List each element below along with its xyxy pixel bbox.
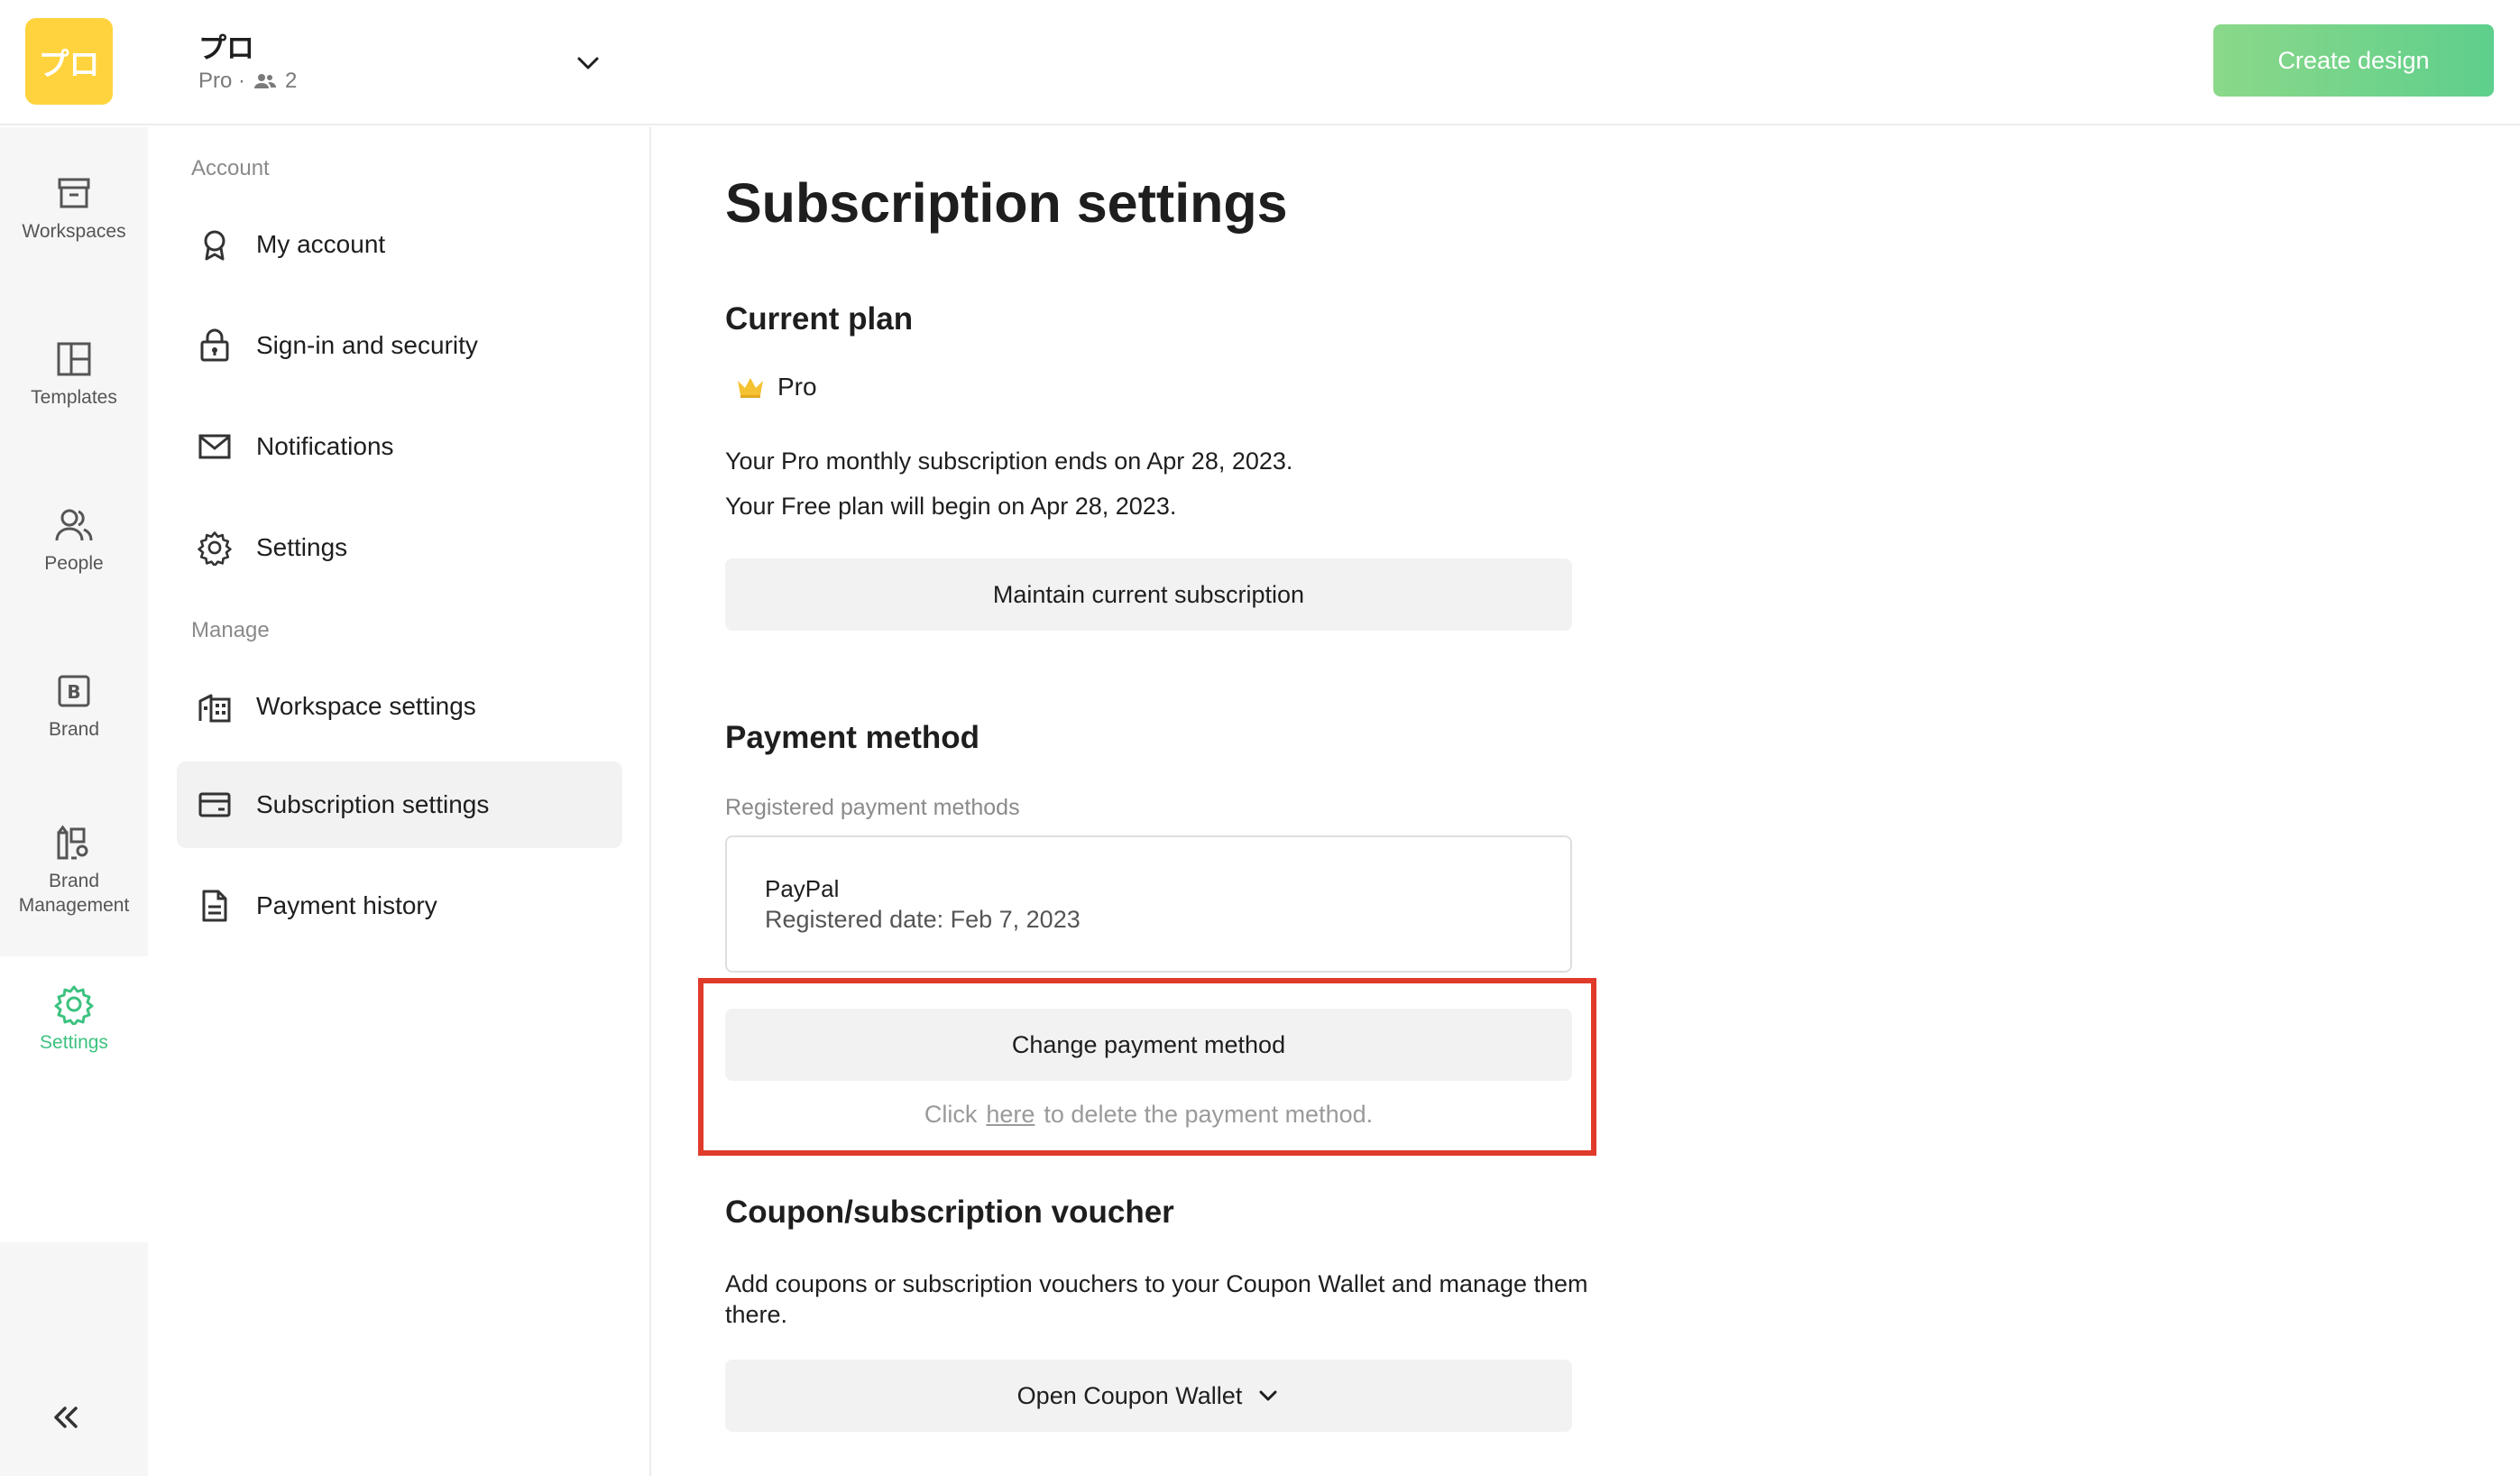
delete-payment-link[interactable]: here xyxy=(986,1101,1035,1128)
sidebar-item-notifications[interactable]: Notifications xyxy=(177,403,622,490)
open-coupon-wallet-button[interactable]: Open Coupon Wallet xyxy=(725,1360,1572,1432)
menu-item-label: Payment history xyxy=(256,891,437,919)
document-icon xyxy=(202,890,227,922)
sidebar-item-settings[interactable]: Settings xyxy=(177,504,622,591)
lock-icon xyxy=(200,328,229,362)
card-icon xyxy=(198,792,231,817)
plan-name: Pro xyxy=(777,373,817,401)
coupon-description: Add coupons or subscription vouchers to … xyxy=(725,1270,1588,1328)
menu-item-label: Sign-in and security xyxy=(256,331,478,359)
gear-icon xyxy=(198,531,232,566)
svg-text:B: B xyxy=(67,681,80,703)
double-chevron-left-icon[interactable] xyxy=(45,1397,87,1438)
menu-item-label: Notifications xyxy=(256,432,394,460)
payment-method-card: PayPal Registered date: Feb 7, 2023 xyxy=(725,835,1572,973)
rail-label: Brand Management xyxy=(19,869,130,918)
rail-item-settings[interactable]: Settings xyxy=(0,956,148,1084)
members-icon xyxy=(254,74,277,88)
free-plan-text: Your Free plan will begin on Apr 28, 202… xyxy=(725,493,1177,520)
change-payment-method-button[interactable]: Change payment method xyxy=(725,1009,1572,1081)
brand-management-icon xyxy=(57,825,88,860)
workspace-plan: Pro · xyxy=(198,69,246,93)
sidebar-item-sign-in-security[interactable]: Sign-in and security xyxy=(177,302,622,389)
member-count: 2 xyxy=(285,69,298,93)
current-plan-heading: Current plan xyxy=(725,301,914,337)
rail-item-brand-management[interactable]: Brand Management xyxy=(0,822,148,918)
rail-label-line2: Management xyxy=(18,895,130,916)
open-coupon-wallet-label: Open Coupon Wallet xyxy=(1016,1381,1243,1409)
rail-item-people[interactable]: People xyxy=(0,504,148,576)
people-icon xyxy=(55,509,93,541)
delete-payment-hint: Click here to delete the payment method. xyxy=(725,1101,1572,1129)
rail-label-line1: Brand xyxy=(48,871,100,891)
page-title: Subscription settings xyxy=(725,172,1288,234)
payment-method-date: Registered date: Feb 7, 2023 xyxy=(765,906,1081,933)
rail-label: People xyxy=(44,553,104,574)
workspace-switcher-chevron-icon[interactable] xyxy=(570,45,606,81)
rail-item-workspaces[interactable]: Workspaces xyxy=(0,172,148,244)
registered-methods-label: Registered payment methods xyxy=(725,795,1020,820)
gear-icon xyxy=(54,985,94,1025)
sidebar-item-my-account[interactable]: My account xyxy=(177,201,622,288)
top-header: プロ プロ Pro · 2 Create design xyxy=(0,0,2520,125)
menu-item-label: My account xyxy=(256,230,386,258)
delete-hint-prefix: Click xyxy=(924,1101,978,1128)
menu-item-label: Settings xyxy=(256,533,348,561)
maintain-subscription-button[interactable]: Maintain current subscription xyxy=(725,558,1572,631)
workspace-meta: Pro · 2 xyxy=(198,69,297,94)
rail-label: Workspaces xyxy=(22,221,126,242)
building-icon xyxy=(198,694,231,723)
rail-item-templates[interactable]: Templates xyxy=(0,338,148,410)
rail-label: Brand xyxy=(48,719,100,740)
chevron-down-icon xyxy=(1259,1390,1277,1401)
payment-method-heading: Payment method xyxy=(725,720,979,755)
menu-item-label: Subscription settings xyxy=(256,790,490,818)
sidebar-item-payment-history[interactable]: Payment history xyxy=(177,863,622,949)
badge-icon xyxy=(204,230,225,261)
current-plan-row: Pro xyxy=(736,373,817,401)
icon-rail: Workspaces Templates People B Brand Bran… xyxy=(0,127,148,1476)
brand-icon: B xyxy=(58,675,90,707)
crown-icon xyxy=(738,378,763,398)
payment-method-name: PayPal xyxy=(765,875,840,902)
rail-divider-area xyxy=(0,1084,148,1242)
workspace-logo[interactable]: プロ xyxy=(25,18,113,105)
rail-item-brand[interactable]: B Brand xyxy=(0,670,148,742)
subscription-end-text: Your Pro monthly subscription ends on Ap… xyxy=(725,447,1293,475)
sidebar-item-subscription-settings[interactable]: Subscription settings xyxy=(177,761,622,848)
rail-label: Settings xyxy=(40,1032,108,1053)
sidebar-item-workspace-settings[interactable]: Workspace settings xyxy=(177,663,622,750)
delete-hint-suffix: to delete the payment method. xyxy=(1044,1101,1374,1128)
rail-label: Templates xyxy=(31,387,117,408)
main-content: Subscription settings Current plan Pro Y… xyxy=(653,127,2520,1476)
account-section-label: Account xyxy=(191,156,270,180)
mail-icon xyxy=(198,434,231,459)
menu-item-label: Workspace settings xyxy=(256,692,476,720)
manage-section-label: Manage xyxy=(191,618,270,642)
create-design-button[interactable]: Create design xyxy=(2213,24,2494,97)
archive-icon xyxy=(58,178,90,208)
workspace-name[interactable]: プロ xyxy=(198,25,254,66)
coupon-heading: Coupon/subscription voucher xyxy=(725,1195,1174,1230)
layout-icon xyxy=(57,342,91,376)
settings-sidebar: Account My account Sign-in and security … xyxy=(148,127,651,1476)
